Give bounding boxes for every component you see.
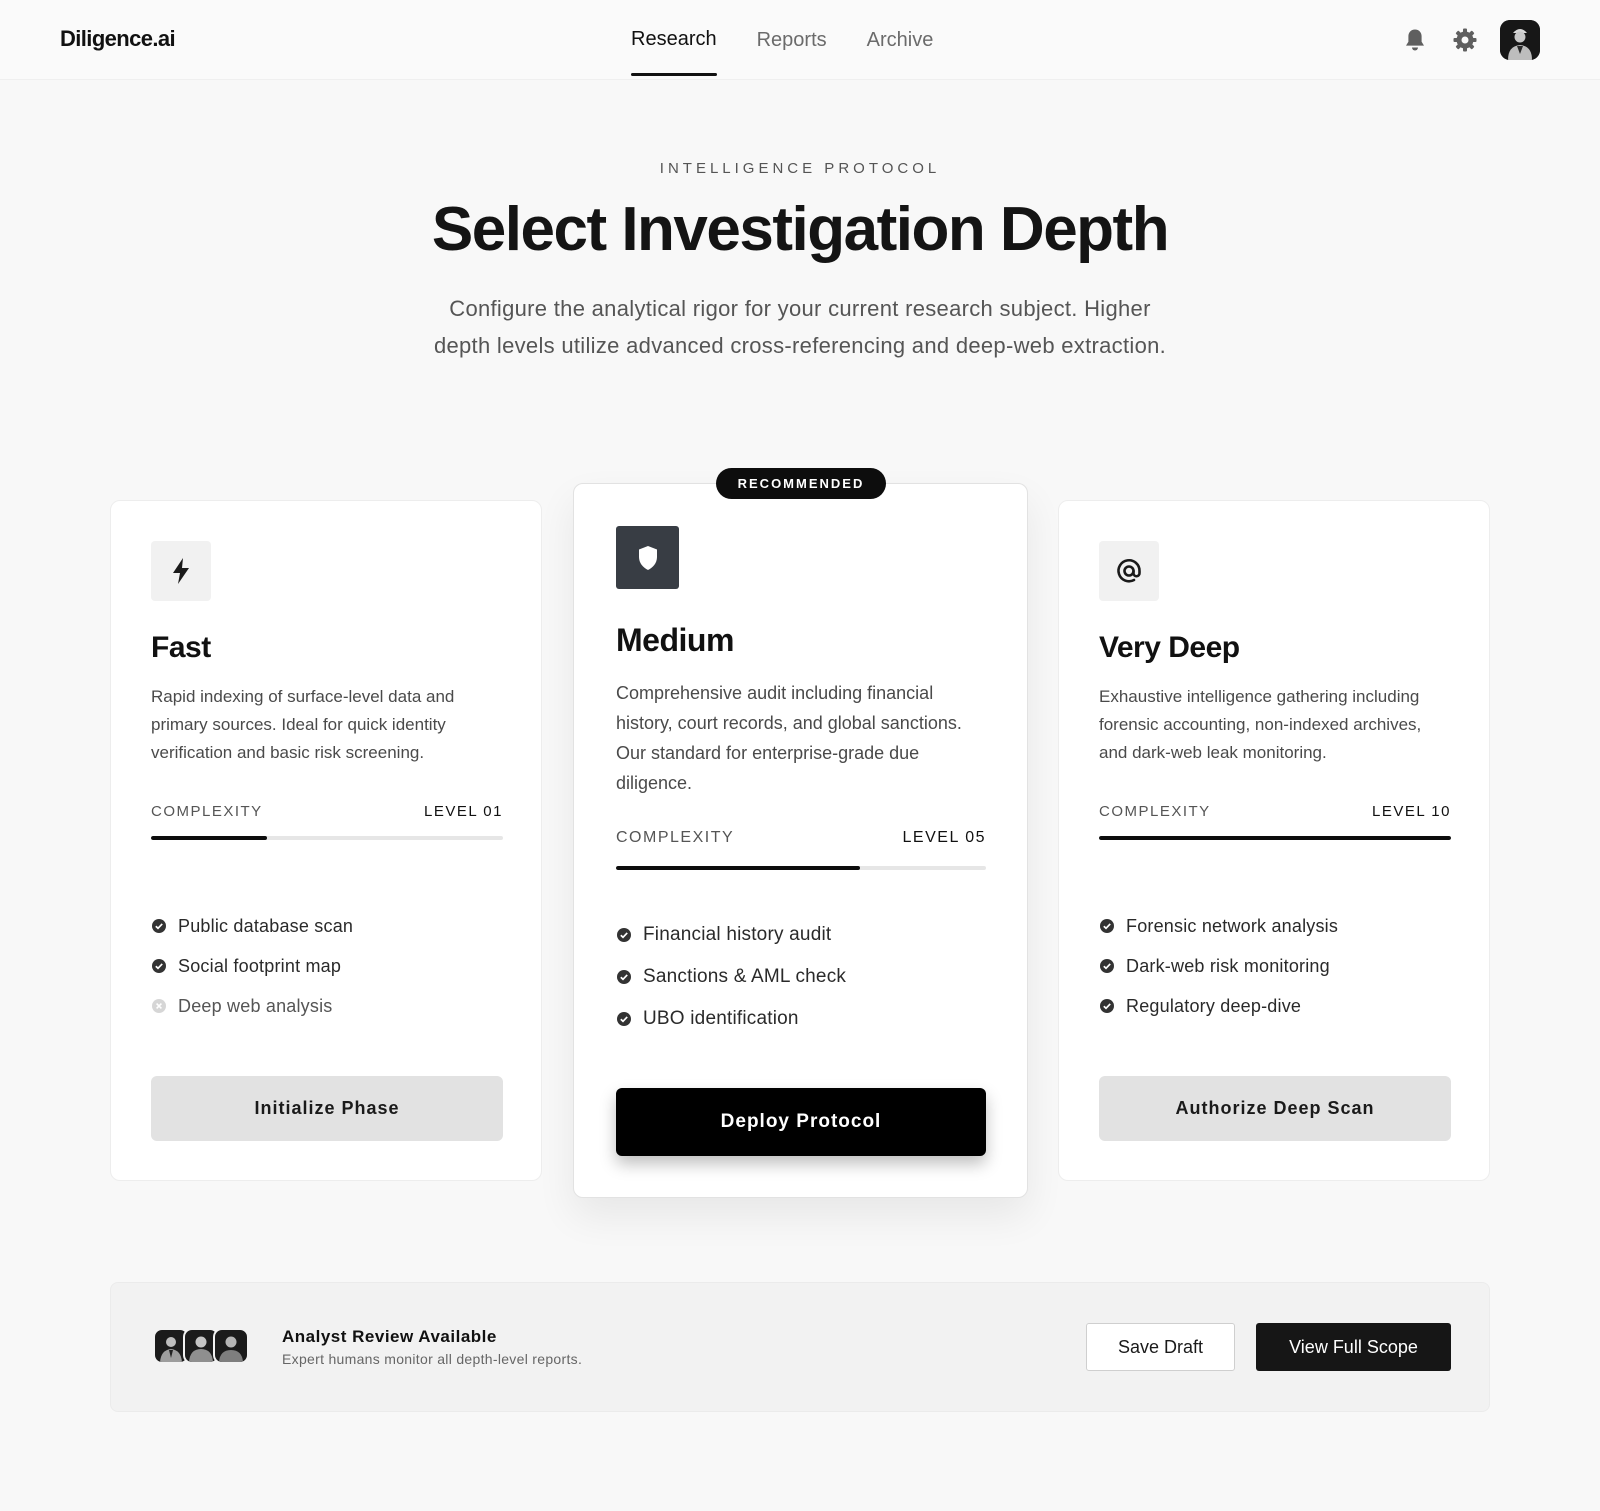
analyst-review-bar: Analyst Review Available Expert humans m… (110, 1282, 1490, 1412)
save-draft-button[interactable]: Save Draft (1086, 1323, 1235, 1371)
authorize-deep-scan-button[interactable]: Authorize Deep Scan (1099, 1076, 1451, 1141)
feature-label: UBO identification (643, 1008, 799, 1029)
feature-label: Dark-web risk monitoring (1126, 955, 1330, 976)
complexity-bar-fill (151, 836, 268, 840)
feature-list: Financial history audit Sanctions & AML … (616, 914, 846, 1040)
feature-item: Sanctions & AML check (616, 956, 846, 998)
check-circle-icon (1100, 999, 1114, 1013)
check-circle-icon (617, 970, 631, 984)
complexity-label: COMPLEXITY (151, 803, 263, 820)
page-title: Select Investigation Depth (431, 195, 1170, 264)
shield-icon (616, 526, 679, 589)
depth-card-medium[interactable]: RECOMMENDED Medium Comprehensive audit i… (573, 468, 1028, 1198)
check-circle-icon (152, 959, 166, 973)
feature-label: Forensic network analysis (1126, 915, 1339, 936)
feature-item: Dark-web risk monitoring (1099, 946, 1338, 986)
check-circle-icon (1100, 959, 1114, 973)
user-avatar[interactable] (1500, 20, 1540, 60)
analyst-avatar (213, 1328, 249, 1364)
brand-logo[interactable]: Diligence.ai (60, 26, 176, 52)
complexity-level: LEVEL 05 (902, 829, 986, 846)
initialize-phase-button[interactable]: Initialize Phase (151, 1076, 503, 1141)
check-circle-icon (1100, 919, 1114, 933)
view-full-scope-button[interactable]: View Full Scope (1256, 1323, 1451, 1371)
nav-actions (1400, 20, 1540, 60)
complexity-bar (616, 866, 986, 870)
complexity-row: COMPLEXITY LEVEL 01 (151, 803, 503, 820)
feature-list: Forensic network analysis Dark-web risk … (1099, 906, 1338, 1026)
complexity-label: COMPLEXITY (616, 829, 735, 846)
complexity-row: COMPLEXITY LEVEL 05 (616, 829, 986, 847)
gear-icon[interactable] (1450, 25, 1480, 55)
feature-label: Financial history audit (643, 924, 832, 945)
feature-item: Public database scan (151, 906, 353, 946)
complexity-bar-fill (1099, 836, 1451, 840)
card-description: Comprehensive audit including financial … (616, 683, 962, 793)
feature-list: Public database scan Social footprint ma… (151, 906, 353, 1026)
nav-link-research[interactable]: Research (631, 0, 717, 80)
feature-label: Social footprint map (178, 955, 342, 976)
complexity-level: LEVEL 01 (424, 803, 503, 820)
feature-item: UBO identification (616, 998, 846, 1040)
complexity-bar-fill (616, 866, 861, 870)
recommended-badge: RECOMMENDED (716, 468, 886, 499)
card-title: Medium (616, 622, 734, 658)
feature-item: Financial history audit (616, 914, 846, 956)
check-circle-icon (617, 1012, 631, 1026)
card-title: Fast (151, 631, 211, 664)
complexity-row: COMPLEXITY LEVEL 10 (1099, 803, 1451, 820)
bell-icon[interactable] (1400, 25, 1430, 55)
feature-item: Social footprint map (151, 946, 353, 986)
feature-label: Public database scan (178, 915, 354, 936)
analyst-review-title: Analyst Review Available (282, 1327, 497, 1346)
check-circle-icon (152, 919, 166, 933)
card-description: Exhaustive intelligence gathering includ… (1099, 687, 1422, 762)
check-circle-icon (617, 928, 631, 942)
feature-item: Regulatory deep-dive (1099, 986, 1338, 1026)
feature-label: Sanctions & AML check (643, 966, 847, 987)
nav-link-reports[interactable]: Reports (757, 0, 827, 80)
depth-card-fast[interactable]: Fast Rapid indexing of surface-level dat… (110, 500, 542, 1181)
page-subtitle: Configure the analytical rigor for your … (433, 296, 1167, 358)
depth-card-very-deep[interactable]: Very Deep Exhaustive intelligence gather… (1058, 500, 1490, 1181)
nav-link-archive[interactable]: Archive (867, 0, 934, 80)
feature-label: Regulatory deep-dive (1126, 995, 1302, 1016)
feature-label: Deep web analysis (178, 995, 333, 1016)
top-nav: Diligence.ai Research Reports Archive (0, 0, 1600, 80)
feature-item-disabled: Deep web analysis (151, 986, 353, 1026)
complexity-level: LEVEL 10 (1372, 803, 1451, 820)
complexity-bar (1099, 836, 1451, 840)
analyst-review-subtitle: Expert humans monitor all depth-level re… (282, 1351, 583, 1367)
deploy-protocol-button[interactable]: Deploy Protocol (616, 1088, 986, 1156)
card-description: Rapid indexing of surface-level data and… (151, 687, 455, 762)
analyst-avatars (153, 1328, 249, 1364)
card-title: Very Deep (1099, 631, 1240, 664)
complexity-label: COMPLEXITY (1099, 803, 1211, 820)
at-sign-icon (1099, 541, 1159, 601)
feature-item: Forensic network analysis (1099, 906, 1338, 946)
x-circle-icon (152, 999, 166, 1013)
complexity-bar (151, 836, 503, 840)
bolt-icon (151, 541, 211, 601)
eyebrow-label: INTELLIGENCE PROTOCOL (659, 160, 941, 177)
nav-links: Research Reports Archive (631, 0, 973, 80)
